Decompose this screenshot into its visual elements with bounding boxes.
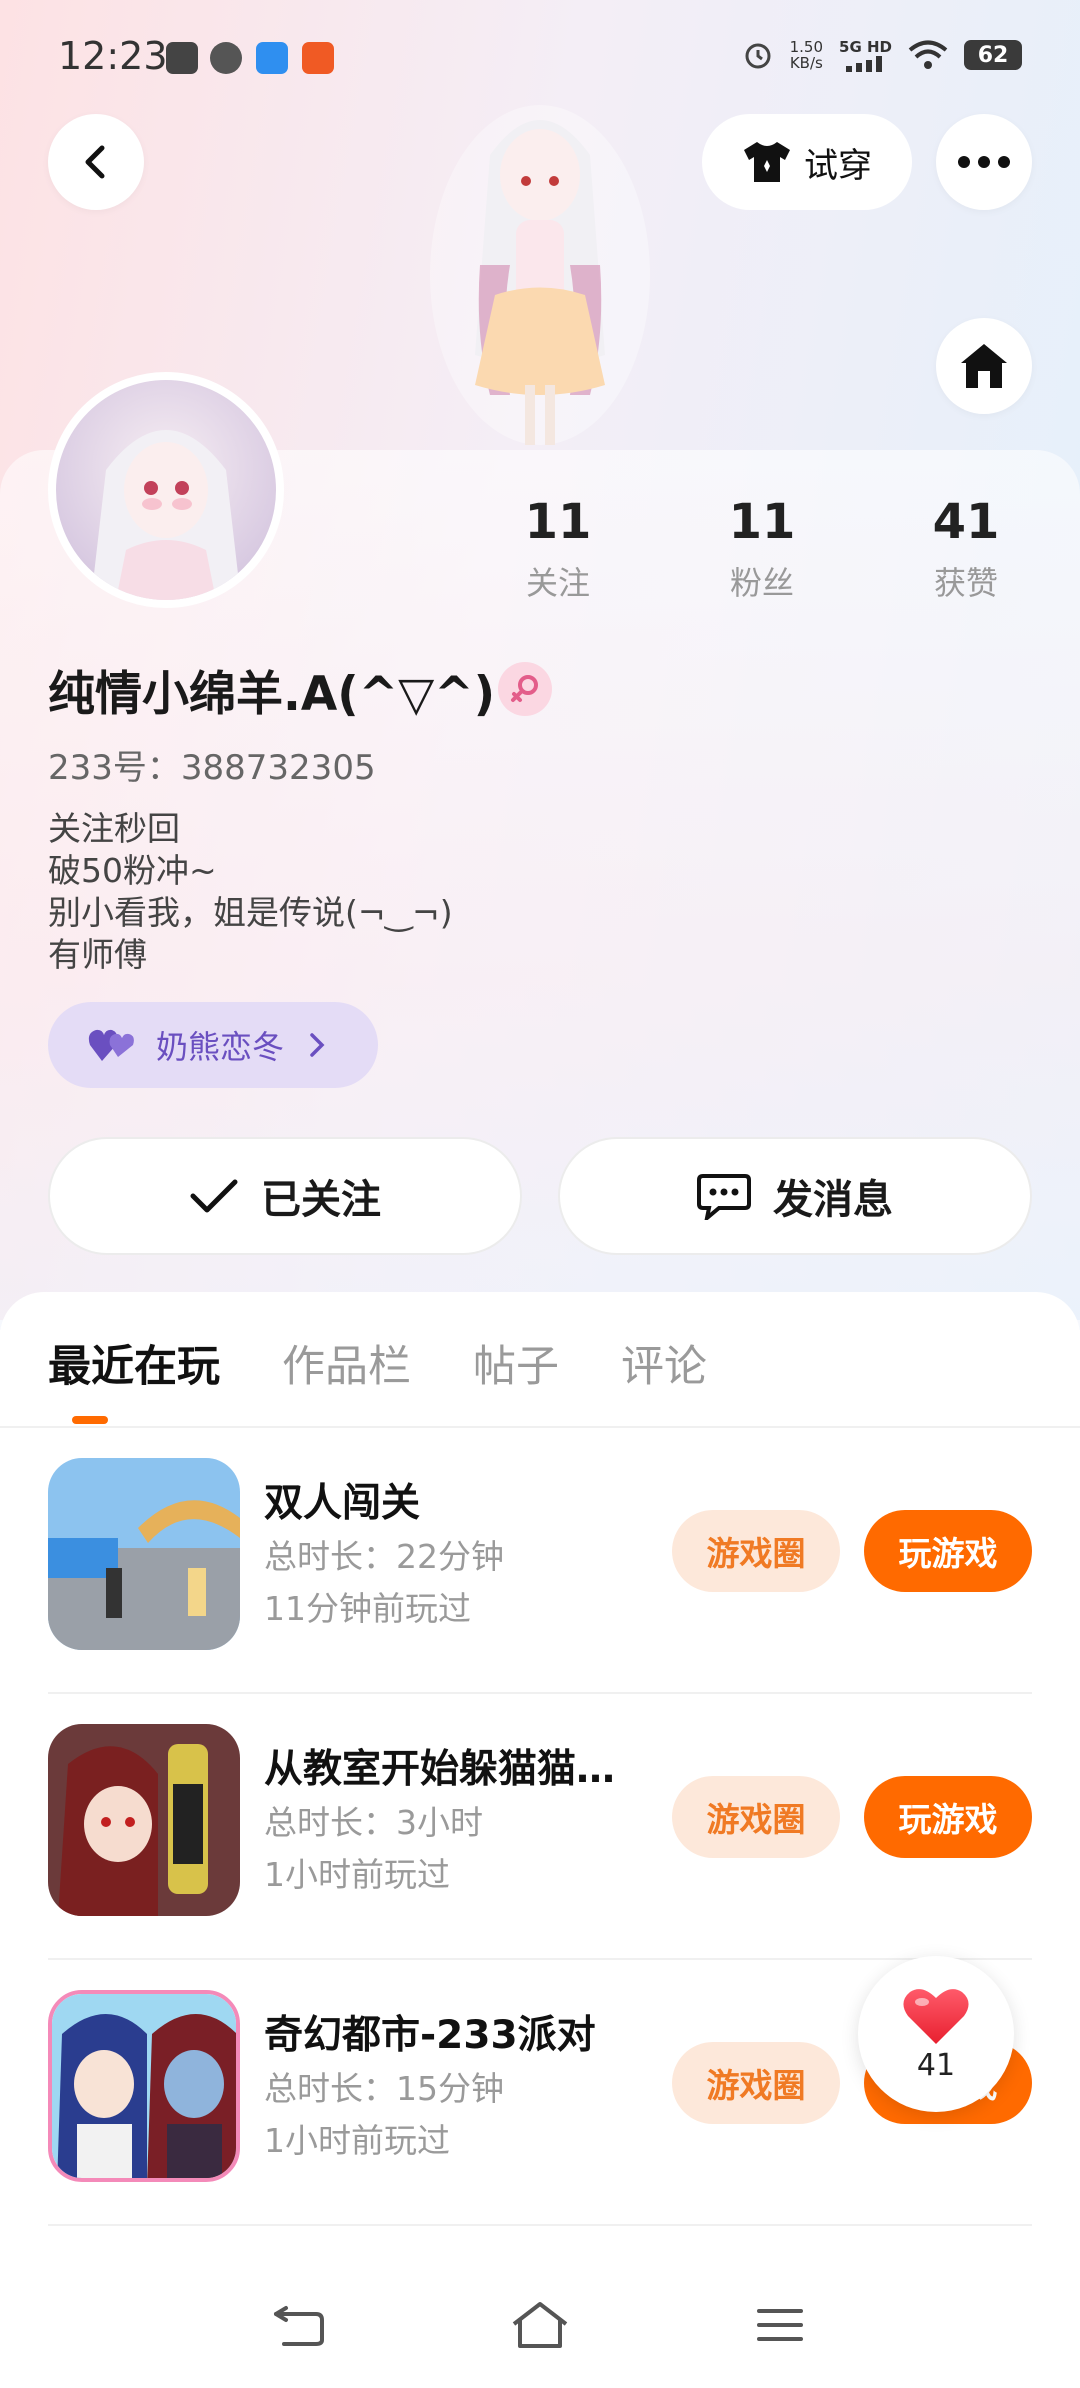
- like-float-button[interactable]: 41: [858, 1956, 1014, 2112]
- chevron-right-icon: [310, 1033, 325, 1057]
- avatar-figure-art: [430, 105, 650, 445]
- avatar-art: [91, 430, 241, 600]
- game-row[interactable]: 双人闯关 总时长：22分钟 11分钟前玩过 游戏圈 玩游戏: [0, 1428, 1080, 1694]
- stat-following[interactable]: 11 关注: [478, 494, 638, 604]
- stat-likes-value: 41: [932, 494, 1000, 550]
- game-title: 奇幻都市-233派对: [264, 2013, 596, 2058]
- tab-comments[interactable]: 评论: [621, 1332, 707, 1394]
- content-panel: 最近在玩 作品栏 帖子 评论 双人闯关 总时长：22分钟 11分钟前玩过 游戏圈…: [0, 1292, 1080, 2388]
- game-row[interactable]: 从教室开始躲猫猫… 总时长：3小时 1小时前玩过 游戏圈 玩游戏: [0, 1694, 1080, 1960]
- followed-label: 已关注: [261, 1177, 381, 1223]
- game-icon-art: [48, 1458, 240, 1650]
- battery-indicator: 62: [964, 40, 1022, 70]
- game-circle-button[interactable]: 游戏圈: [672, 1776, 840, 1858]
- play-game-button[interactable]: 玩游戏: [864, 1776, 1032, 1858]
- bio: 关注秒回 破50粉冲~ 别小看我，姐是传说(¬‿¬) 有师傅: [48, 808, 453, 976]
- game-duration: 总时长：3小时: [264, 1803, 483, 1842]
- tryon-label: 试穿: [804, 145, 872, 186]
- play-game-button[interactable]: 玩游戏: [864, 1510, 1032, 1592]
- net-speed-value: 1.50: [789, 38, 824, 56]
- like-count: 41: [916, 2047, 956, 2083]
- status-time: 12:23: [58, 34, 168, 78]
- tab-active-indicator: [72, 1416, 108, 1424]
- more-button[interactable]: [936, 114, 1032, 210]
- game-title: 双人闯关: [264, 1481, 421, 1526]
- net-speed: 1.50 KB/s: [790, 39, 823, 71]
- nav-menu-icon: [757, 2309, 803, 2341]
- game-circle-button[interactable]: 游戏圈: [672, 2042, 840, 2124]
- game-icon: [48, 1990, 240, 2182]
- game-last-played: 11分钟前玩过: [264, 1589, 471, 1628]
- followed-button[interactable]: 已关注: [48, 1137, 522, 1255]
- game-circle-button[interactable]: 游戏圈: [672, 1510, 840, 1592]
- stat-following-label: 关注: [525, 564, 590, 602]
- game-last-played: 1小时前玩过: [264, 1855, 450, 1894]
- system-nav-bar: [0, 2260, 1080, 2388]
- home-button[interactable]: [936, 318, 1032, 414]
- signal-group: 5G HD: [839, 38, 892, 72]
- stat-likes-label: 获赞: [933, 564, 998, 602]
- row-divider: [48, 2224, 1032, 2226]
- nickname: 纯情小绵羊.A(^▽^): [48, 667, 496, 722]
- nav-back-button[interactable]: [264, 2290, 334, 2360]
- avatar-figure: [420, 95, 660, 455]
- checkmark-icon: [190, 1179, 238, 1213]
- avatar[interactable]: [48, 372, 284, 608]
- game-icon: [48, 1458, 240, 1650]
- chat-bubble-icon: [697, 1174, 751, 1220]
- double-heart-icon: [88, 1029, 134, 1061]
- nav-home-icon: [512, 2302, 568, 2348]
- female-gender-icon: [511, 675, 538, 702]
- stat-likes[interactable]: 41 获赞: [886, 494, 1046, 604]
- game-icon-art: [52, 1994, 236, 2178]
- tab-bar: 最近在玩 作品栏 帖子 评论: [48, 1332, 707, 1394]
- stat-followers[interactable]: 11 粉丝: [682, 494, 842, 604]
- bio-line: 别小看我，姐是传说(¬‿¬): [48, 893, 453, 932]
- game-duration: 总时长：22分钟: [264, 1537, 504, 1576]
- alarm-icon: [745, 43, 771, 69]
- message-app-icon: [256, 42, 288, 74]
- bio-line: 有师傅: [48, 935, 147, 974]
- nav-menu-button[interactable]: [745, 2290, 815, 2360]
- nav-back-icon: [274, 2306, 324, 2346]
- wifi-icon: [908, 40, 948, 69]
- net-speed-unit: KB/s: [789, 54, 823, 72]
- tab-works[interactable]: 作品栏: [282, 1332, 411, 1394]
- stat-following-value: 11: [524, 494, 592, 550]
- back-button[interactable]: [48, 114, 144, 210]
- group-chip[interactable]: 奶熊恋冬: [48, 1002, 378, 1088]
- more-dots-icon: [958, 156, 1010, 168]
- video-app-icon: [166, 42, 198, 74]
- user-id: 233号：388732305: [48, 748, 376, 788]
- game-icon: [48, 1724, 240, 1916]
- gender-badge: [498, 662, 552, 716]
- tab-posts[interactable]: 帖子: [473, 1332, 559, 1394]
- nav-home-button[interactable]: [505, 2290, 575, 2360]
- game-last-played: 1小时前玩过: [264, 2121, 450, 2160]
- tshirt-icon: [744, 142, 790, 182]
- send-message-button[interactable]: 发消息: [558, 1137, 1032, 1255]
- stat-followers-value: 11: [728, 494, 796, 550]
- stat-followers-label: 粉丝: [729, 564, 794, 602]
- game-icon-art: [48, 1724, 240, 1916]
- bio-line: 关注秒回: [48, 809, 180, 848]
- send-message-label: 发消息: [773, 1177, 893, 1223]
- heart-icon: [903, 1988, 969, 2044]
- shop-app-icon: [302, 42, 334, 74]
- status-right: 1.50 KB/s 5G HD 62: [742, 38, 1022, 72]
- game-title: 从教室开始躲猫猫…: [264, 1747, 616, 1792]
- bio-line: 破50粉冲~: [48, 851, 217, 890]
- tab-recently-played[interactable]: 最近在玩: [48, 1332, 220, 1394]
- leaf-app-icon: [210, 42, 242, 74]
- group-label: 奶熊恋冬: [156, 1028, 285, 1066]
- back-arrow-icon: [85, 145, 105, 179]
- signal-label: 5G HD: [839, 38, 892, 56]
- game-duration: 总时长：15分钟: [264, 2069, 504, 2108]
- signal-bars-icon: [845, 56, 882, 72]
- home-icon: [961, 344, 1007, 388]
- tryon-button[interactable]: 试穿: [702, 114, 912, 210]
